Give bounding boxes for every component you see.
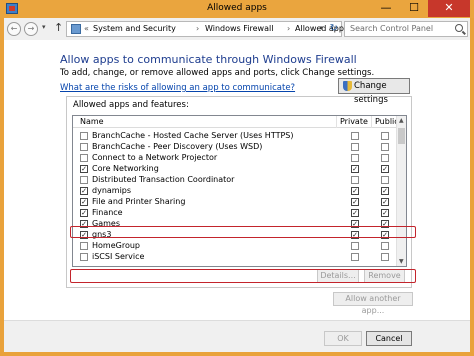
minimize-button[interactable]: —: [374, 0, 398, 17]
search-input[interactable]: Search Control Panel: [344, 21, 468, 37]
dialog-footer: OK Cancel: [4, 320, 470, 352]
public-checkbox[interactable]: [381, 132, 389, 140]
column-name[interactable]: Name: [80, 117, 104, 126]
address-toolbar: ← → ▾ ↑ « System and Security › Windows …: [4, 18, 470, 40]
close-button[interactable]: ✕: [428, 0, 470, 17]
maximize-button[interactable]: ☐: [402, 0, 426, 17]
app-name: BranchCache - Hosted Cache Server (Uses …: [92, 131, 294, 140]
app-name: Connect to a Network Projector: [92, 153, 218, 162]
public-checkbox[interactable]: [381, 242, 389, 250]
risks-help-link[interactable]: What are the risks of allowing an app to…: [60, 83, 295, 93]
list-header: Name Private Public: [73, 116, 399, 128]
ok-button[interactable]: OK: [324, 331, 362, 346]
public-checkbox[interactable]: [381, 143, 389, 151]
app-name: iSCSI Service: [92, 252, 145, 261]
app-row[interactable]: BranchCache - Hosted Cache Server (Uses …: [73, 131, 397, 141]
public-checkbox[interactable]: [381, 154, 389, 162]
control-panel-icon: [71, 24, 81, 34]
private-checkbox[interactable]: [351, 154, 359, 162]
app-name: File and Printer Sharing: [92, 197, 186, 206]
app-enabled-checkbox[interactable]: ✓: [80, 165, 88, 173]
private-checkbox[interactable]: [351, 143, 359, 151]
public-checkbox[interactable]: [381, 253, 389, 261]
app-name: Finance: [92, 208, 123, 217]
recent-locations-dropdown-icon[interactable]: ▾: [42, 23, 46, 31]
forward-button[interactable]: →: [24, 22, 38, 36]
app-enabled-checkbox[interactable]: [80, 176, 88, 184]
public-checkbox[interactable]: ✓: [381, 165, 389, 173]
app-enabled-checkbox[interactable]: [80, 242, 88, 250]
app-row[interactable]: BranchCache - Peer Discovery (Uses WSD): [73, 142, 397, 152]
instructions-text: To add, change, or remove allowed apps a…: [60, 68, 375, 78]
column-divider[interactable]: [336, 116, 337, 128]
change-settings-button[interactable]: Change settings: [338, 78, 410, 105]
allowed-apps-list[interactable]: Name Private Public ▲ ▼ BranchCache - Ho…: [72, 115, 407, 267]
app-row[interactable]: ✓ File and Printer Sharing ✓ ✓: [73, 197, 397, 207]
public-checkbox[interactable]: ✓: [381, 198, 389, 206]
app-name: BranchCache - Peer Discovery (Uses WSD): [92, 142, 263, 151]
private-checkbox[interactable]: ✓: [351, 165, 359, 173]
private-checkbox[interactable]: [351, 176, 359, 184]
breadcrumb-separator[interactable]: ›: [287, 24, 290, 33]
app-enabled-checkbox[interactable]: [80, 253, 88, 261]
main-content: Allow apps to communicate through Window…: [4, 40, 470, 352]
app-row[interactable]: ✓ Core Networking ✓ ✓: [73, 164, 397, 174]
app-enabled-checkbox[interactable]: ✓: [80, 198, 88, 206]
breadcrumb-overflow[interactable]: «: [84, 24, 89, 33]
back-button[interactable]: ←: [7, 22, 21, 36]
column-divider[interactable]: [371, 116, 372, 128]
search-icon[interactable]: [455, 24, 463, 32]
app-enabled-checkbox[interactable]: [80, 154, 88, 162]
public-checkbox[interactable]: [381, 176, 389, 184]
breadcrumb[interactable]: « System and Security › Windows Firewall…: [66, 21, 348, 37]
app-enabled-checkbox[interactable]: ✓: [80, 187, 88, 195]
breadcrumb-windows-firewall[interactable]: Windows Firewall: [205, 24, 273, 33]
refresh-icon[interactable]: ↻: [330, 23, 338, 34]
app-enabled-checkbox[interactable]: [80, 132, 88, 140]
search-placeholder: Search Control Panel: [350, 24, 434, 33]
scroll-up-arrow-icon[interactable]: ▲: [399, 117, 404, 124]
allowed-apps-group: Allowed apps and features: Name Private …: [66, 96, 412, 288]
private-checkbox[interactable]: [351, 253, 359, 261]
app-name: Core Networking: [92, 164, 159, 173]
address-dropdown-icon[interactable]: ▾: [319, 24, 323, 32]
scroll-thumb[interactable]: [398, 128, 405, 144]
app-enabled-checkbox[interactable]: ✓: [80, 209, 88, 217]
uac-shield-icon: [343, 81, 352, 91]
private-checkbox[interactable]: ✓: [351, 187, 359, 195]
app-row[interactable]: Distributed Transaction Coordinator: [73, 175, 397, 185]
column-private[interactable]: Private: [340, 117, 368, 126]
private-checkbox[interactable]: [351, 242, 359, 250]
app-name: dynamips: [92, 186, 132, 195]
breadcrumb-system-and-security[interactable]: System and Security: [93, 24, 176, 33]
public-checkbox[interactable]: ✓: [381, 187, 389, 195]
private-checkbox[interactable]: ✓: [351, 198, 359, 206]
breadcrumb-separator[interactable]: ›: [196, 24, 199, 33]
window: Allowed apps — ☐ ✕ ← → ▾ ↑ « System and …: [0, 0, 474, 356]
app-row[interactable]: iSCSI Service: [73, 252, 397, 262]
app-enabled-checkbox[interactable]: [80, 143, 88, 151]
up-arrow-icon[interactable]: ↑: [54, 21, 63, 34]
public-checkbox[interactable]: ✓: [381, 209, 389, 217]
group-title: Allowed apps and features:: [73, 100, 189, 110]
app-row[interactable]: Connect to a Network Projector: [73, 153, 397, 163]
allow-another-app-button[interactable]: Allow another app...: [333, 292, 413, 315]
app-row[interactable]: ✓ Finance ✓ ✓: [73, 208, 397, 218]
page-title: Allow apps to communicate through Window…: [60, 53, 357, 66]
scroll-down-arrow-icon[interactable]: ▼: [399, 258, 404, 265]
private-checkbox[interactable]: ✓: [351, 209, 359, 217]
app-row[interactable]: ✓ dynamips ✓ ✓: [73, 186, 397, 196]
app-name: HomeGroup: [92, 241, 140, 250]
private-checkbox[interactable]: [351, 132, 359, 140]
app-name: Distributed Transaction Coordinator: [92, 175, 235, 184]
list-scrollbar[interactable]: ▲ ▼: [396, 116, 406, 266]
cancel-button[interactable]: Cancel: [366, 331, 412, 346]
title-bar[interactable]: Allowed apps — ☐ ✕: [0, 0, 474, 18]
highlight-dynamips: [70, 226, 416, 238]
app-row[interactable]: HomeGroup: [73, 241, 397, 251]
highlight-gns3: [70, 269, 416, 283]
